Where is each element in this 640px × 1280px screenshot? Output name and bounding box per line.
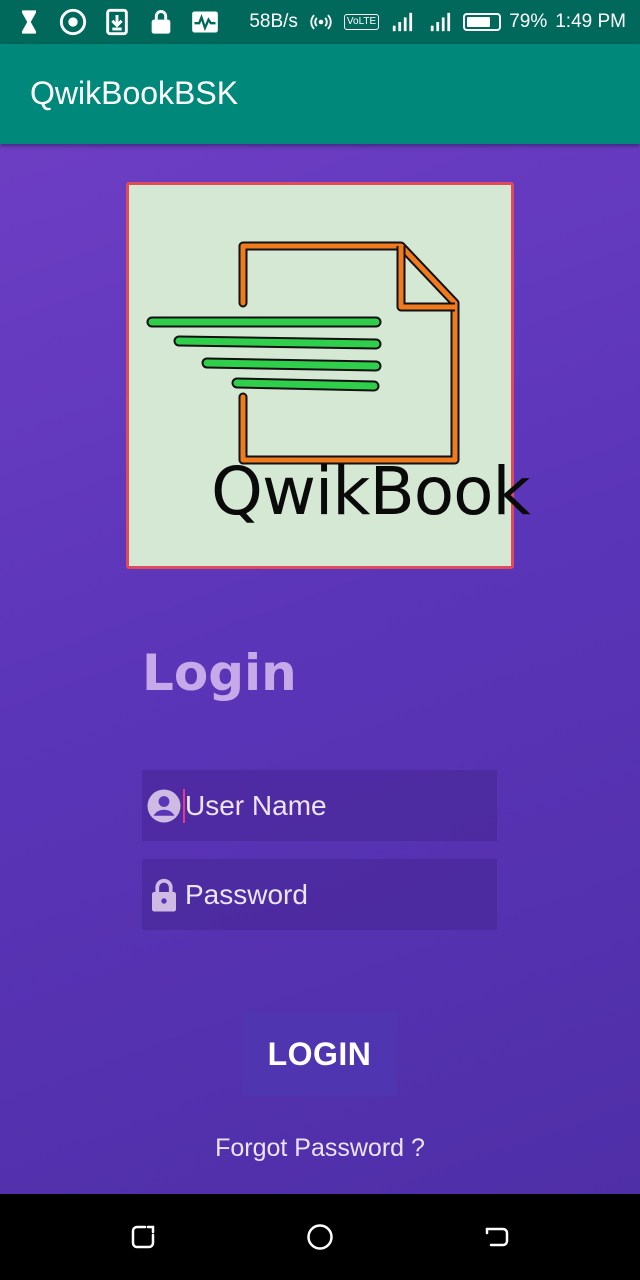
username-field[interactable]: User Name — [142, 770, 497, 841]
activity-icon — [190, 7, 220, 37]
lock-icon — [146, 877, 182, 913]
battery-percent: 79% — [509, 11, 548, 32]
signal-icon — [387, 7, 417, 37]
system-status: 58B/s VoLTE 79% 1:49 PM — [249, 0, 626, 44]
volte-badge: VoLTE — [343, 14, 380, 30]
home-icon[interactable] — [305, 1222, 335, 1252]
password-placeholder: Password — [185, 879, 308, 910]
login-button[interactable]: LOGIN — [242, 1012, 397, 1096]
app-bar: QwikBookBSK — [0, 44, 640, 144]
hourglass-icon — [14, 7, 44, 37]
forgot-password-link[interactable]: Forgot Password ? — [0, 1134, 640, 1163]
hotspot-icon — [306, 7, 336, 37]
app-title: QwikBookBSK — [30, 75, 239, 111]
battery-icon — [463, 13, 502, 31]
back-icon[interactable] — [482, 1222, 512, 1252]
net-speed: 58B/s — [249, 11, 298, 32]
recents-icon[interactable] — [128, 1222, 158, 1252]
notification-icons — [14, 6, 220, 38]
account-circle-icon — [146, 788, 182, 824]
download-icon — [102, 7, 132, 37]
login-screen: QwikBook Login User Name Password LOGIN … — [0, 144, 640, 1194]
signal-4g-icon — [425, 7, 455, 37]
lock-icon — [146, 7, 176, 37]
clock: 1:49 PM — [555, 11, 626, 32]
battery-level — [467, 17, 491, 27]
status-bar: 58B/s VoLTE 79% 1:49 PM — [0, 0, 640, 44]
target-icon — [58, 7, 88, 37]
login-heading: Login — [142, 644, 297, 702]
username-placeholder: User Name — [185, 790, 327, 821]
app-logo: QwikBook — [126, 182, 531, 569]
password-field[interactable]: Password — [142, 859, 497, 930]
logo-wordmark: QwikBook — [211, 453, 531, 530]
navigation-bar — [0, 1194, 640, 1280]
